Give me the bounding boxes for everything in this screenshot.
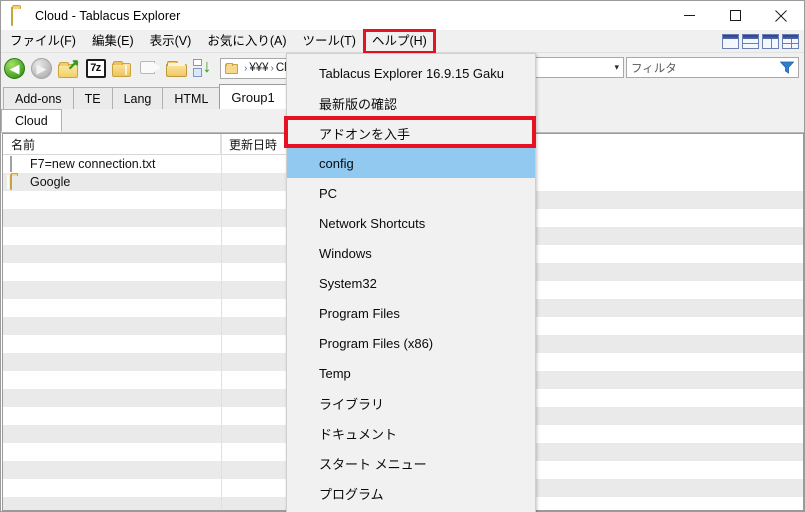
folder-icon[interactable] [109, 55, 136, 81]
tab-add-ons[interactable]: Add-ons [3, 87, 74, 109]
table-row-empty[interactable] [3, 281, 289, 299]
table-row-empty[interactable] [3, 299, 289, 317]
menu-help[interactable]: ヘルプ(H) [362, 28, 436, 54]
table-row-empty[interactable] [3, 443, 289, 461]
table-row-empty[interactable] [3, 497, 289, 510]
tag-icon[interactable] [136, 55, 163, 81]
menu-edit[interactable]: 編集(E) [85, 31, 141, 52]
table-row-empty[interactable] [3, 461, 289, 479]
sevenzip-label: 7z [85, 58, 106, 78]
table-row-empty[interactable] [3, 263, 289, 281]
layout-single-icon[interactable] [722, 34, 739, 49]
menu-file[interactable]: ファイル(F) [3, 31, 83, 52]
tab-html[interactable]: HTML [162, 87, 221, 109]
table-row-empty[interactable] [3, 371, 289, 389]
menu-bar: ファイル(F) 編集(E) 表示(V) お気に入り(A) ツール(T) ヘルプ(… [1, 28, 804, 54]
back-icon[interactable]: ◀ [1, 55, 28, 81]
menu-item-get-addons[interactable]: アドオンを入手 [287, 118, 535, 148]
column-divider[interactable] [221, 134, 222, 510]
menu-item-system32[interactable]: System32 [287, 268, 535, 298]
menu-tools[interactable]: ツール(T) [295, 31, 362, 52]
menu-item-library[interactable]: ライブラリ [287, 388, 535, 418]
file-name: F7=new connection.txt [30, 157, 156, 171]
download-icon[interactable]: ↓ [190, 55, 217, 81]
filter-input[interactable]: フィルタ [626, 57, 799, 78]
column-header-date[interactable]: 更新日時 [221, 134, 289, 155]
layout-buttons [722, 34, 799, 49]
table-row-empty[interactable] [3, 479, 289, 497]
sevenzip-icon[interactable]: 7z [82, 55, 109, 81]
address-separator-2: › [270, 62, 274, 74]
menu-item-program-files-x86[interactable]: Program Files (x86) [287, 328, 535, 358]
open-folder-icon[interactable] [163, 55, 190, 81]
filter-placeholder: フィルタ [631, 62, 677, 75]
menu-item-program-files[interactable]: Program Files [287, 298, 535, 328]
text-file-icon [10, 156, 25, 172]
layout-quad-icon[interactable] [782, 34, 799, 49]
window-controls [666, 1, 804, 30]
column-header-row: 名前 更新日時 [3, 134, 289, 155]
breadcrumb-root[interactable]: ¥¥¥ [249, 62, 268, 74]
table-row-empty[interactable] [3, 335, 289, 353]
maximize-button[interactable] [712, 1, 758, 30]
table-row[interactable]: F7=new connection.txt [3, 155, 289, 173]
close-button[interactable] [758, 1, 804, 30]
chevron-down-icon: ▾ [614, 62, 619, 72]
table-row-empty[interactable] [3, 407, 289, 425]
tab-lang[interactable]: Lang [111, 87, 164, 109]
menu-favorites[interactable]: お気に入り(A) [200, 31, 293, 52]
layout-horizontal-split-icon[interactable] [742, 34, 759, 49]
table-row[interactable]: Google [3, 173, 289, 191]
menu-item-network-shortcuts[interactable]: Network Shortcuts [287, 208, 535, 238]
folder-icon [10, 174, 25, 190]
tab-te[interactable]: TE [72, 87, 113, 109]
tablacus-explorer-window: Cloud - Tablacus Explorer ファイル(F) 編集(E) … [0, 0, 805, 512]
app-folder-icon [11, 6, 27, 26]
table-row-empty[interactable] [3, 227, 289, 245]
window-title: Cloud - Tablacus Explorer [35, 8, 181, 23]
address-separator-1: › [244, 62, 248, 74]
help-dropdown-menu: Tablacus Explorer 16.9.15 Gaku 最新版の確認 アド… [286, 53, 536, 512]
table-row-empty[interactable] [3, 353, 289, 371]
column-header-name[interactable]: 名前 [3, 134, 221, 155]
file-list-left-pane: 名前 更新日時 F7=new connection.txt Google [2, 133, 290, 511]
tab-cloud[interactable]: Cloud [1, 109, 62, 132]
menu-item-windows[interactable]: Windows [287, 238, 535, 268]
table-row-empty[interactable] [3, 389, 289, 407]
menu-item-startup[interactable]: スタートアップ [287, 508, 535, 512]
tab-group1[interactable]: Group1 [219, 84, 287, 109]
forward-icon[interactable]: ▶ [28, 55, 55, 81]
menu-item-documents[interactable]: ドキュメント [287, 418, 535, 448]
minimize-button[interactable] [666, 1, 712, 30]
view-combo-box[interactable]: ▾ [524, 57, 624, 78]
table-row-empty[interactable] [3, 425, 289, 443]
menu-item-temp[interactable]: Temp [287, 358, 535, 388]
table-row-empty[interactable] [3, 209, 289, 227]
layout-vertical-split-icon[interactable] [762, 34, 779, 49]
menu-item-check-update[interactable]: 最新版の確認 [287, 88, 535, 118]
file-rows: F7=new connection.txt Google [3, 155, 289, 510]
menu-item-programs[interactable]: プログラム [287, 478, 535, 508]
menu-view[interactable]: 表示(V) [143, 31, 199, 52]
menu-item-config[interactable]: config [287, 148, 535, 178]
funnel-icon[interactable] [779, 61, 795, 74]
address-folder-icon [225, 62, 239, 74]
menu-item-pc[interactable]: PC [287, 178, 535, 208]
file-name: Google [30, 175, 71, 189]
menu-item-about[interactable]: Tablacus Explorer 16.9.15 Gaku [287, 58, 535, 88]
title-bar: Cloud - Tablacus Explorer [1, 1, 804, 30]
table-row-empty[interactable] [3, 317, 289, 335]
menu-item-start-menu[interactable]: スタート メニュー [287, 448, 535, 478]
table-row-empty[interactable] [3, 245, 289, 263]
table-row-empty[interactable] [3, 191, 289, 209]
up-folder-icon[interactable]: ↗ [55, 55, 82, 81]
